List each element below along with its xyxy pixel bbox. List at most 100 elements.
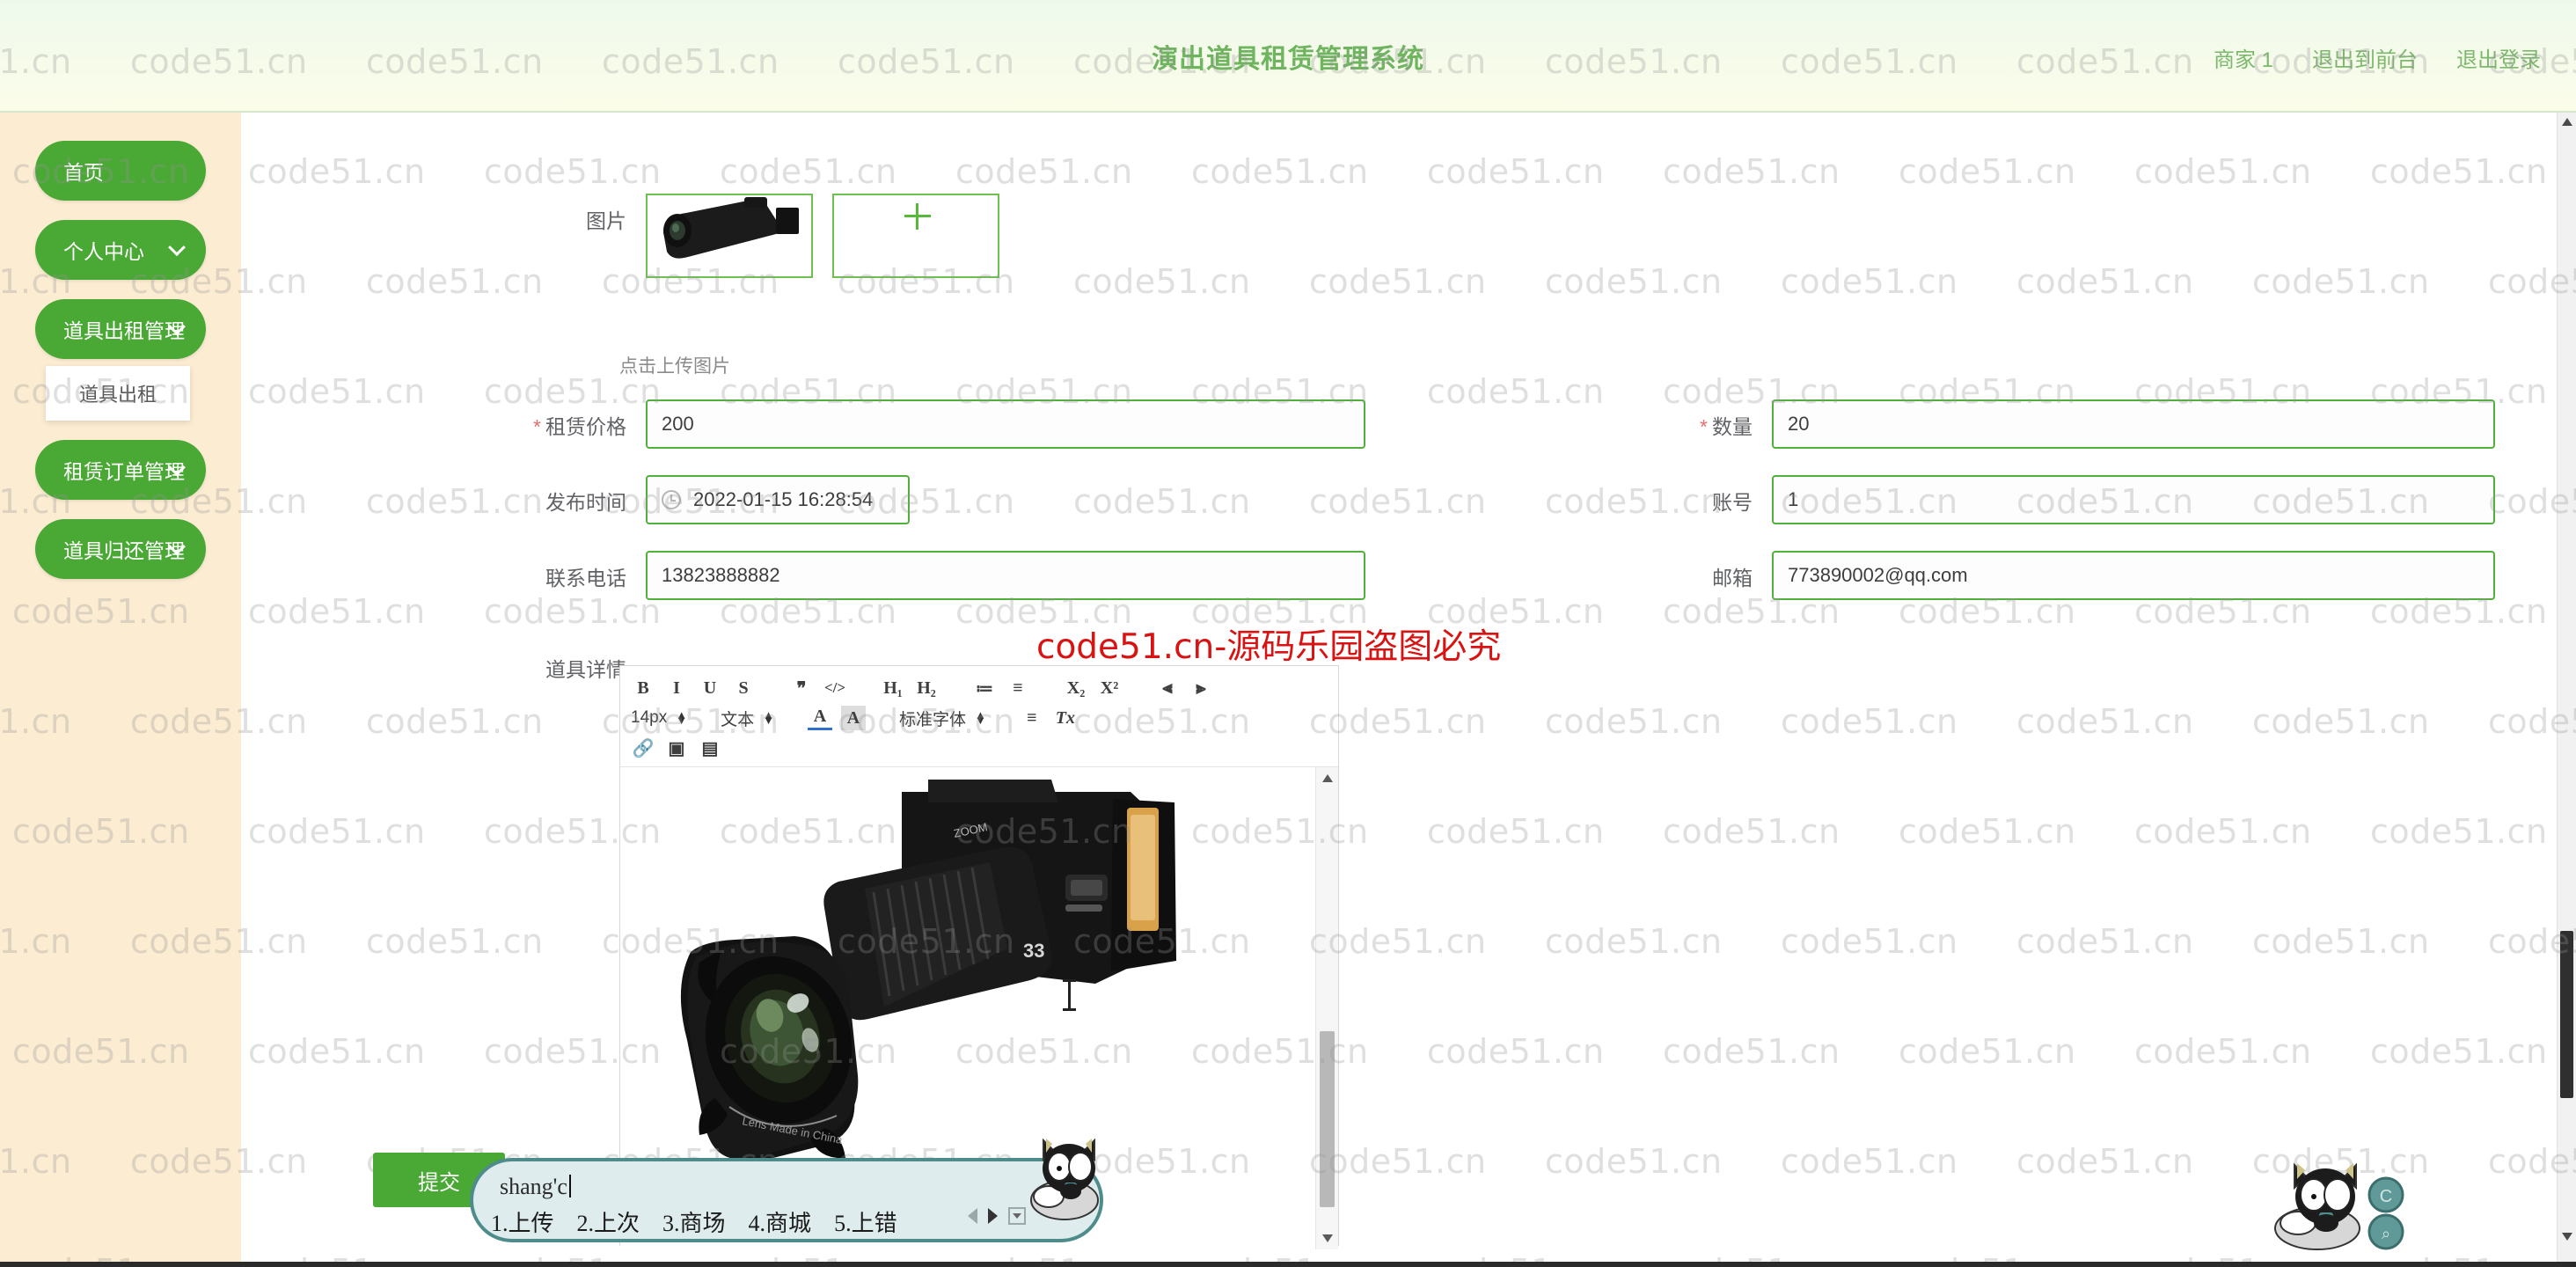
price-row: * 租赁价格 200 (505, 399, 1365, 449)
editor-toolbar: B I U S ❞ </> H₁ H₂ ≔ ≡ X₂ X² ⫷ ⫸ 14px ▲… (620, 666, 1338, 767)
unordered-list-icon[interactable]: ≡ (1006, 676, 1030, 700)
block-type-select[interactable]: 文本 ▲ ▼ (721, 707, 774, 730)
highlight-color-icon[interactable]: A (840, 706, 866, 730)
sidebar-item-label: 道具归还管理 (63, 539, 185, 562)
page-scroll-down-icon[interactable] (2562, 1233, 2572, 1241)
font-color-icon[interactable]: A (807, 706, 832, 730)
sidebar-item-prop-return-management[interactable]: 道具归还管理 (35, 519, 206, 579)
ime-candidate[interactable]: 1.上传 (491, 1205, 554, 1238)
ime-candidate[interactable]: 2.上次 (577, 1205, 640, 1238)
ime-candidate[interactable]: 5.上错 (834, 1205, 897, 1238)
superscript-icon[interactable]: X² (1097, 676, 1122, 700)
publish-time-row: 发布时间 2022-01-15 16:28:54 (505, 475, 910, 524)
header-link-merchant[interactable]: 商家 1 (2214, 42, 2273, 73)
blockquote-icon[interactable]: ❞ (789, 676, 814, 700)
email-input[interactable]: 773890002@qq.com (1772, 551, 2495, 600)
editor-toolbar-row-2: 14px ▲ ▼ 文本 ▲ ▼ A A 标准字体 ▲ ▼ ≡ Tx (631, 703, 1328, 733)
publish-time-label: 发布时间 (545, 491, 626, 514)
editor-scrollbar[interactable] (1315, 767, 1338, 1249)
svg-text:C: C (2380, 1187, 2392, 1206)
header-link-logout[interactable]: 退出登录 (2456, 42, 2541, 73)
align-icon[interactable]: ≡ (1020, 706, 1044, 730)
clock-icon (662, 490, 681, 509)
app-header: 演出道具租赁管理系统 商家 1 退出到前台 退出登录 (0, 0, 2576, 113)
ime-caret (568, 1175, 571, 1197)
add-image-button[interactable] (832, 194, 999, 278)
indent-icon[interactable]: ⫸ (1189, 676, 1213, 700)
chevron-down-icon (168, 238, 186, 257)
font-size-select[interactable]: 14px ▲ ▼ (631, 708, 687, 728)
quantity-input[interactable]: 20 (1772, 399, 2495, 449)
account-label: 账号 (1712, 491, 1753, 514)
sidebar-subitem-prop-rental[interactable]: 道具出租 (46, 366, 190, 421)
spinner-icon: ▲ ▼ (974, 708, 986, 727)
publish-time-input[interactable]: 2022-01-15 16:28:54 (646, 475, 910, 524)
block-type-value: 文本 (721, 710, 755, 729)
code-icon[interactable]: </> (823, 676, 847, 700)
ime-candidate[interactable]: 4.商城 (749, 1205, 812, 1238)
font-family-value: 标准字体 (898, 710, 966, 729)
svg-text:33: 33 (1023, 940, 1044, 962)
editor-toolbar-row-3: 🔗 ▣ ▤ (631, 733, 1328, 763)
price-input[interactable]: 200 (646, 399, 1365, 449)
page-scroll-up-icon[interactable] (2562, 118, 2572, 126)
camera-thumbnail-image (648, 195, 811, 276)
image-upload-list (646, 194, 999, 278)
image-label: 图片 (586, 209, 626, 232)
outdent-icon[interactable]: ⫷ (1155, 676, 1180, 700)
ime-mascot-cat-left[interactable] (1022, 1137, 1110, 1229)
ime-page-nav (968, 1207, 1026, 1225)
font-family-select[interactable]: 标准字体 ▲ ▼ (899, 707, 986, 730)
quantity-row: * 数量 20 (1666, 399, 2495, 449)
phone-row: 联系电话 13823888882 (505, 551, 1365, 600)
required-asterisk: * (1700, 415, 1708, 438)
phone-label: 联系电话 (545, 567, 626, 590)
sidebar-item-prop-rental-management[interactable]: 道具出租管理 (35, 299, 206, 359)
uploaded-image-thumb[interactable] (646, 194, 813, 278)
heading-1-icon[interactable]: H₁ (881, 676, 905, 700)
phone-input[interactable]: 13823888882 (646, 551, 1365, 600)
ime-candidate[interactable]: 3.商场 (662, 1205, 726, 1238)
sidebar-item-home[interactable]: 首页 (35, 141, 206, 201)
ime-prev-page-icon[interactable] (968, 1208, 977, 1224)
email-label: 邮箱 (1712, 567, 1753, 590)
sidebar-submenu: 道具出租 (46, 366, 190, 421)
underline-icon[interactable]: U (698, 676, 722, 700)
ime-composition-text: shang'c (500, 1174, 571, 1200)
ime-candidate-panel[interactable]: shang'c 1.上传 2.上次 3.商场 4.商城 5.上错 (470, 1158, 1103, 1242)
video-icon[interactable]: ▤ (698, 736, 722, 760)
link-icon[interactable]: 🔗 (631, 736, 655, 760)
spinner-icon: ▲ ▼ (676, 708, 688, 727)
page-title: 演出道具租赁管理系统 (1152, 45, 1424, 74)
italic-icon[interactable]: I (664, 676, 689, 700)
sidebar-item-label: 租赁订单管理 (63, 460, 185, 483)
clear-format-icon[interactable]: Tx (1053, 706, 1078, 730)
red-watermark-notice: code51.cn-源码乐园盗图必究 (1036, 627, 1502, 667)
image-upload-row: 图片 (505, 194, 999, 278)
sidebar-item-label: 道具出租管理 (63, 319, 185, 342)
page-scrollbar[interactable] (2557, 113, 2576, 1267)
editor-scrollbar-thumb[interactable] (1320, 1031, 1335, 1207)
account-input[interactable]: 1 (1772, 475, 2495, 524)
sidebar-item-rental-order-management[interactable]: 租赁订单管理 (35, 440, 206, 500)
heading-2-icon[interactable]: H₂ (914, 676, 939, 700)
ordered-list-icon[interactable]: ≔ (972, 676, 997, 700)
strikethrough-icon[interactable]: S (731, 676, 756, 700)
bold-icon[interactable]: B (631, 676, 655, 700)
sidebar: 首页 个人中心 道具出租管理 道具出租 租赁订单管理 道具归还管理 (0, 113, 241, 1267)
ime-mascot-cat-right[interactable]: C ⌕ (2263, 1160, 2448, 1261)
price-label: * 租赁价格 (533, 415, 626, 438)
scroll-down-icon[interactable] (1322, 1234, 1333, 1242)
image-icon[interactable]: ▣ (664, 736, 689, 760)
required-asterisk: * (533, 415, 541, 438)
ime-next-page-icon[interactable] (988, 1208, 998, 1224)
upload-hint-text: 点击上传图片 (619, 356, 730, 377)
font-size-value: 14px (631, 708, 668, 727)
page-scrollbar-thumb[interactable] (2560, 931, 2573, 1098)
sidebar-item-label: 个人中心 (63, 240, 144, 263)
subscript-icon[interactable]: X₂ (1064, 676, 1088, 700)
header-link-to-frontend[interactable]: 退出到前台 (2312, 42, 2418, 73)
scroll-up-icon[interactable] (1322, 774, 1333, 782)
svg-text:⌕: ⌕ (2382, 1225, 2390, 1242)
sidebar-item-personal-center[interactable]: 个人中心 (35, 220, 206, 280)
